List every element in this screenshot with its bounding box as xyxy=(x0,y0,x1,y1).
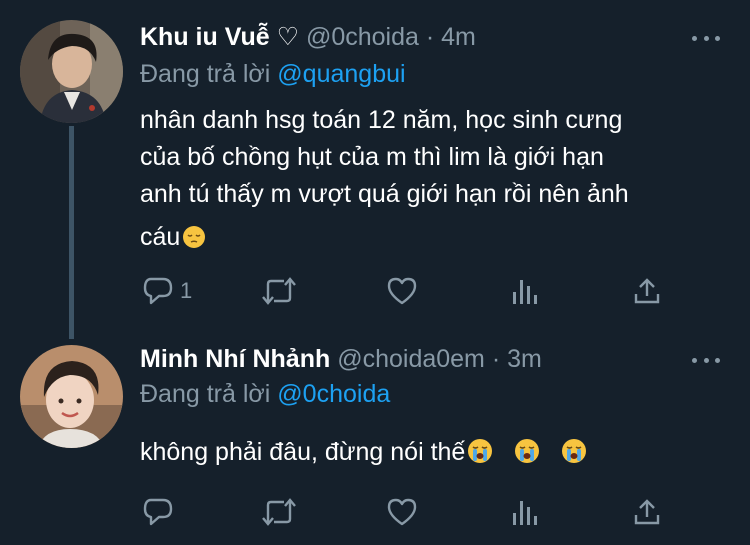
replying-to: Đang trả lời @0choida xyxy=(140,380,390,409)
replying-to-label: Đang trả lời xyxy=(140,60,271,88)
timestamp[interactable]: 4m xyxy=(441,23,476,51)
more-icon[interactable] xyxy=(692,354,720,366)
analytics-icon xyxy=(510,497,538,527)
thread-connector-line xyxy=(69,126,74,339)
share-icon xyxy=(632,276,662,306)
timestamp[interactable]: 3m xyxy=(507,345,542,373)
username-handle[interactable]: @0choida xyxy=(306,23,419,51)
reply-icon xyxy=(142,276,174,306)
avatar[interactable] xyxy=(20,20,123,123)
reply-icon xyxy=(142,497,174,527)
retweet-icon xyxy=(260,497,298,527)
pensive-face-icon xyxy=(182,223,206,260)
tweet: Minh Nhí Nhảnh @choida0em · 3m Đang trả … xyxy=(0,335,750,545)
separator-dot: · xyxy=(425,23,435,51)
share-button[interactable] xyxy=(632,274,662,308)
like-button[interactable] xyxy=(386,495,418,529)
more-icon[interactable] xyxy=(692,32,720,44)
tweet-text-line: cáu xyxy=(140,223,181,251)
reply-mention-link[interactable]: @quangbui xyxy=(277,60,405,88)
like-icon xyxy=(386,497,418,527)
crying-face-icon xyxy=(467,438,493,475)
reply-mention-link[interactable]: @0choida xyxy=(277,380,390,408)
share-button[interactable] xyxy=(632,495,662,529)
tweet-text-line: của bố chồng hụt của m thì lim là giới h… xyxy=(140,143,604,171)
reply-button[interactable] xyxy=(142,495,174,529)
tweet-text: không phải đâu, đừng nói thế xyxy=(140,434,730,475)
tweet-text-line: không phải đâu, đừng nói thế xyxy=(140,438,466,466)
username-handle[interactable]: @choida0em xyxy=(337,345,485,373)
separator-dot: · xyxy=(491,345,501,373)
retweet-button[interactable] xyxy=(260,495,298,529)
share-icon xyxy=(632,497,662,527)
reply-count: 1 xyxy=(180,278,193,303)
replying-to-label: Đang trả lời xyxy=(140,380,271,408)
tweet-text: nhân danh hsg toán 12 năm, học sinh cưng… xyxy=(140,102,730,260)
replying-to: Đang trả lời @quangbui xyxy=(140,60,406,89)
avatar[interactable] xyxy=(20,345,123,448)
tweet-text-line: anh tú thấy m vượt quá giới hạn rồi nên … xyxy=(140,180,629,208)
display-name[interactable]: Minh Nhí Nhảnh xyxy=(140,345,330,373)
reply-button[interactable]: 1 xyxy=(142,274,192,308)
tweet-header: Khu iu Vuễ ♡ @0choida · 4m xyxy=(140,22,476,52)
analytics-icon xyxy=(510,276,538,306)
analytics-button[interactable] xyxy=(510,274,538,308)
like-icon xyxy=(386,276,418,306)
like-button[interactable] xyxy=(386,274,418,308)
crying-face-icon xyxy=(561,438,587,475)
retweet-button[interactable] xyxy=(260,274,298,308)
crying-face-icon xyxy=(514,438,540,475)
display-name[interactable]: Khu iu Vuễ ♡ xyxy=(140,23,299,51)
analytics-button[interactable] xyxy=(510,495,538,529)
tweet-header: Minh Nhí Nhảnh @choida0em · 3m xyxy=(140,345,542,374)
retweet-icon xyxy=(260,276,298,306)
tweet-text-line: nhân danh hsg toán 12 năm, học sinh cưng xyxy=(140,106,623,134)
tweet-actions xyxy=(140,495,680,529)
tweet-actions: 1 xyxy=(140,274,680,308)
tweet: Khu iu Vuễ ♡ @0choida · 4m Đang trả lời … xyxy=(0,0,750,339)
